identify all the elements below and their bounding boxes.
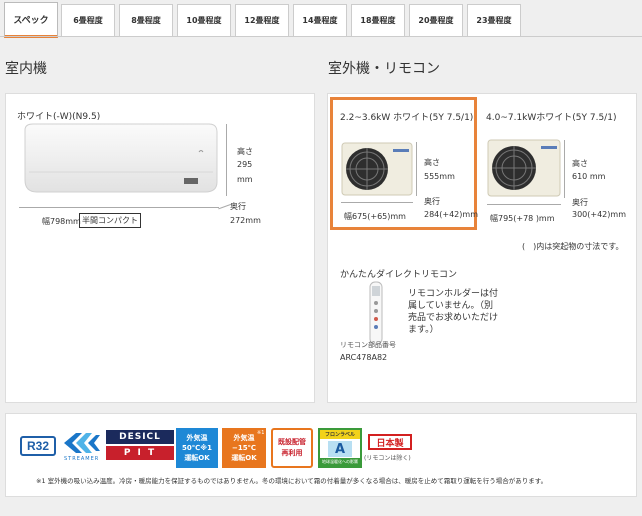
outdoor-1-height-label: 高さ bbox=[424, 158, 440, 167]
outdoor-2-height-value: 610 mm bbox=[572, 172, 606, 181]
tab-divider bbox=[0, 36, 642, 37]
indoor-heading: 室内機 bbox=[5, 61, 47, 77]
remote-description: リモコンホルダーは付属していません。（別売品でお求めいただけます。） bbox=[408, 289, 499, 335]
tab-8jo[interactable]: 8畳程度 bbox=[119, 4, 173, 36]
indoor-height-value: 295 bbox=[237, 160, 253, 169]
outdoor-2-width-line bbox=[487, 204, 561, 205]
outdoor-minus15c-line2: −15℃ bbox=[231, 444, 257, 452]
outdoor-minus15c-note: ※1 bbox=[257, 430, 265, 436]
outdoor-unit-1-title: 2.2~3.6kW ホワイト(5Y 7.5/1) bbox=[340, 113, 474, 123]
indoor-color-label: ホワイト(-W)(N9.5) bbox=[17, 112, 101, 122]
protrusion-note: ( )内は突起物の寸法です。 bbox=[522, 242, 624, 251]
outdoor-2-height-line bbox=[564, 140, 565, 198]
tab-10jo[interactable]: 10畳程度 bbox=[177, 4, 231, 36]
indoor-depth-label: 奥行 bbox=[230, 202, 246, 211]
footnote: ※1 室外機の吸い込み温度。冷房・暖房能力を保証するものではありません。冬の環境… bbox=[36, 477, 548, 485]
outdoor-1-width-value: 幅675(+65)mm bbox=[344, 212, 406, 221]
piping-reuse-line2: 再利用 bbox=[281, 449, 303, 457]
tab-label: 20畳程度 bbox=[418, 16, 454, 25]
freon-impact: 地球温暖化への影響 bbox=[320, 458, 360, 466]
tab-20jo[interactable]: 20畳程度 bbox=[409, 4, 463, 36]
freon-label-badge: フロンラベル A 地球温暖化への影響 bbox=[318, 428, 362, 468]
tab-label: 6畳程度 bbox=[73, 16, 103, 25]
tab-23jo[interactable]: 23畳程度 bbox=[467, 4, 521, 36]
indoor-panel: ホワイト(-W)(N9.5) 高さ 295 mm 奥行 272mm 幅798mm… bbox=[5, 93, 315, 403]
outdoor-unit-2-title: 4.0~7.1kWホワイト(5Y 7.5/1) bbox=[486, 113, 617, 123]
tab-6jo[interactable]: 6畳程度 bbox=[61, 4, 115, 36]
outdoor-heading: 室外機・リモコン bbox=[328, 61, 440, 77]
outdoor-50c-line2: 50℃※1 bbox=[182, 444, 212, 452]
tab-label: スペック bbox=[13, 15, 49, 26]
outdoor-1-height-value: 555mm bbox=[424, 172, 455, 181]
outdoor-2-height-label: 高さ bbox=[572, 159, 588, 168]
remote-image bbox=[369, 281, 383, 345]
streamer-icon bbox=[64, 433, 100, 453]
outdoor-unit-2-image bbox=[487, 139, 561, 197]
outdoor-1-height-line bbox=[416, 142, 417, 196]
tab-label: 23畳程度 bbox=[476, 16, 512, 25]
made-in-japan-note: (リモコンは除く) bbox=[364, 455, 411, 462]
desicl-badge: DESICL bbox=[106, 430, 174, 444]
tab-label: 14畳程度 bbox=[302, 16, 338, 25]
indoor-height-label: 高さ bbox=[237, 147, 253, 156]
outdoor-1-depth-value: 284(+42)mm bbox=[424, 210, 478, 219]
pit-badge: P I T bbox=[106, 446, 174, 460]
freon-label-title: フロンラベル bbox=[320, 430, 360, 439]
outdoor-2-width-value: 幅795(+78 )mm bbox=[490, 214, 555, 223]
tab-label: 8畳程度 bbox=[131, 16, 161, 25]
freon-grade: A bbox=[328, 441, 352, 457]
tab-18jo[interactable]: 18畳程度 bbox=[351, 4, 405, 36]
remote-title: かんたんダイレクトリモコン bbox=[340, 270, 458, 280]
streamer-label: STREAMER bbox=[64, 456, 100, 462]
outdoor-2-depth-label: 奥行 bbox=[572, 198, 588, 207]
piping-reuse-line1: 既設配管 bbox=[278, 438, 306, 446]
tab-12jo[interactable]: 12畳程度 bbox=[235, 4, 289, 36]
r32-badge: R32 bbox=[20, 436, 56, 456]
indoor-width-value: 幅798mm bbox=[42, 217, 81, 226]
outdoor-2-depth-value: 300(+42)mm bbox=[572, 210, 626, 219]
outdoor-50c-badge: 外気温 50℃※1 運転OK bbox=[176, 428, 218, 468]
remote-part-number: ARC478A82 bbox=[340, 353, 388, 362]
outdoor-panel: 2.2~3.6kW ホワイト(5Y 7.5/1) 高さ 555mm 奥行 284… bbox=[327, 93, 637, 403]
indoor-depth-value: 272mm bbox=[230, 216, 261, 225]
outdoor-unit-1-image bbox=[341, 142, 413, 196]
made-in-japan-badge: 日本製 bbox=[368, 434, 412, 450]
width-dimension-line bbox=[19, 207, 219, 208]
compact-badge: 半間コンパクト bbox=[79, 213, 141, 228]
outdoor-1-width-line bbox=[341, 202, 413, 203]
indoor-height-unit: mm bbox=[237, 175, 253, 184]
height-dimension-line bbox=[226, 124, 227, 196]
indoor-unit-image bbox=[24, 123, 218, 193]
tab-spec[interactable]: スペック bbox=[4, 2, 58, 38]
tab-label: 10畳程度 bbox=[186, 16, 222, 25]
outdoor-50c-line1: 外気温 bbox=[186, 434, 208, 442]
remote-part-label: リモコン部品番号 bbox=[340, 341, 396, 349]
tab-label: 12畳程度 bbox=[244, 16, 280, 25]
outdoor-minus15c-line3: 運転OK bbox=[231, 454, 257, 462]
tab-label: 18畳程度 bbox=[360, 16, 396, 25]
piping-reuse-badge: 既設配管 再利用 bbox=[271, 428, 313, 468]
outdoor-50c-line3: 運転OK bbox=[184, 454, 210, 462]
tab-14jo[interactable]: 14畳程度 bbox=[293, 4, 347, 36]
features-panel: R32 STREAMER DESICL P I T 外気温 50℃※1 運転OK… bbox=[5, 413, 637, 497]
outdoor-1-depth-label: 奥行 bbox=[424, 197, 440, 206]
spec-tab-bar: スペック 6畳程度 8畳程度 10畳程度 12畳程度 14畳程度 18畳程度 2… bbox=[0, 0, 642, 38]
outdoor-minus15c-line1: 外気温 bbox=[233, 434, 255, 442]
